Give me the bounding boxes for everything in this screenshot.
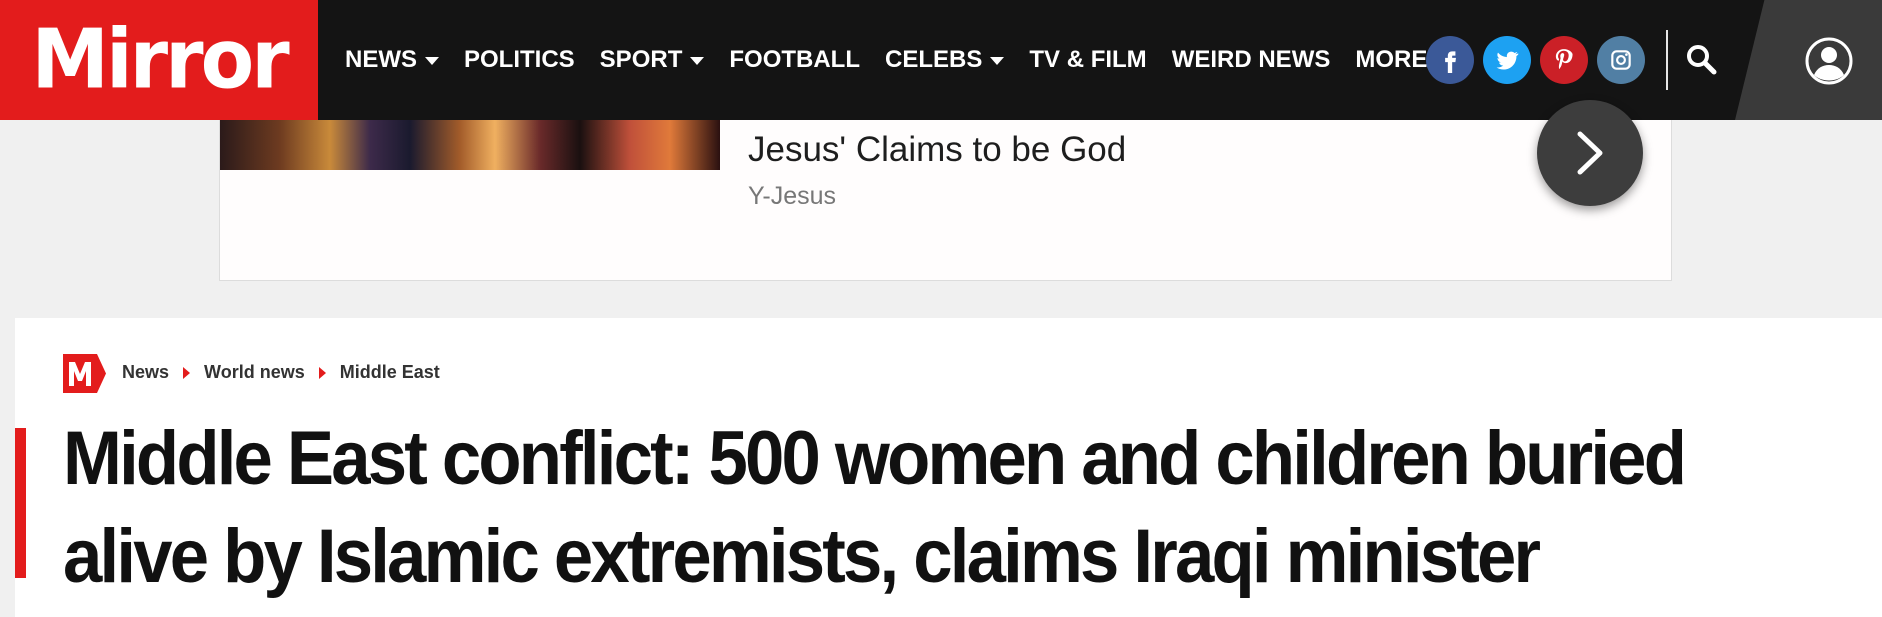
nav-item-label: TV & FILM xyxy=(1029,46,1147,73)
twitter-icon[interactable] xyxy=(1483,36,1531,84)
nav-item-news[interactable]: NEWS xyxy=(345,46,439,74)
nav-item-label: CELEBS xyxy=(885,46,983,73)
logo-text: Mirror xyxy=(31,12,289,108)
breadcrumb-middle-east[interactable]: Middle East xyxy=(340,362,440,383)
nav-item-football[interactable]: FOOTBALL xyxy=(729,46,860,74)
user-account-icon[interactable] xyxy=(1804,36,1854,86)
nav-item-weird-news[interactable]: WEIRD NEWS xyxy=(1172,46,1331,74)
breadcrumb-world-news[interactable]: World news xyxy=(204,362,305,383)
breadcrumb-arrow-icon xyxy=(318,366,326,379)
caret-down-icon xyxy=(990,57,1005,65)
chevron-right-icon xyxy=(1577,131,1603,175)
breadcrumb-news[interactable]: News xyxy=(122,362,169,383)
nav-item-sport[interactable]: SPORT xyxy=(600,46,705,74)
nav-divider xyxy=(1666,30,1668,90)
promo-source: Y-Jesus xyxy=(748,182,837,210)
sponsored-promo-card[interactable]: Jesus' Claims to be God Y-Jesus xyxy=(219,120,1672,281)
nav-item-politics[interactable]: POLITICS xyxy=(464,46,575,74)
pinterest-icon[interactable] xyxy=(1540,36,1588,84)
nav-item-celebs[interactable]: CELEBS xyxy=(885,46,1005,74)
main-nav: NEWS POLITICS SPORT FOOTBALL CELEBS TV &… xyxy=(345,0,1474,120)
promo-title[interactable]: Jesus' Claims to be God xyxy=(748,130,1126,170)
article-headline: Middle East conflict: 500 women and chil… xyxy=(63,416,1687,599)
instagram-icon[interactable] xyxy=(1597,36,1645,84)
nav-item-label: WEIRD NEWS xyxy=(1171,46,1331,73)
nav-item-label: SPORT xyxy=(599,46,683,73)
breadcrumb-arrow-icon xyxy=(183,366,191,379)
social-links xyxy=(1426,36,1654,84)
nav-item-label: MORE xyxy=(1355,46,1428,73)
facebook-icon[interactable] xyxy=(1426,36,1474,84)
mirror-logo[interactable]: Mirror xyxy=(0,0,318,120)
breadcrumb: News World news Middle East xyxy=(122,362,440,383)
promo-next-button[interactable] xyxy=(1537,100,1643,206)
nav-item-label: FOOTBALL xyxy=(729,46,860,73)
promo-image xyxy=(220,120,720,170)
caret-down-icon xyxy=(425,57,439,65)
nav-item-label: NEWS xyxy=(345,46,417,73)
search-icon[interactable] xyxy=(1682,40,1722,80)
nav-item-label: POLITICS xyxy=(464,46,575,73)
caret-down-icon xyxy=(690,57,705,65)
mirror-m-icon[interactable] xyxy=(63,354,106,393)
headline-accent-bar xyxy=(15,428,26,578)
nav-item-tv-film[interactable]: TV & FILM xyxy=(1029,46,1146,74)
